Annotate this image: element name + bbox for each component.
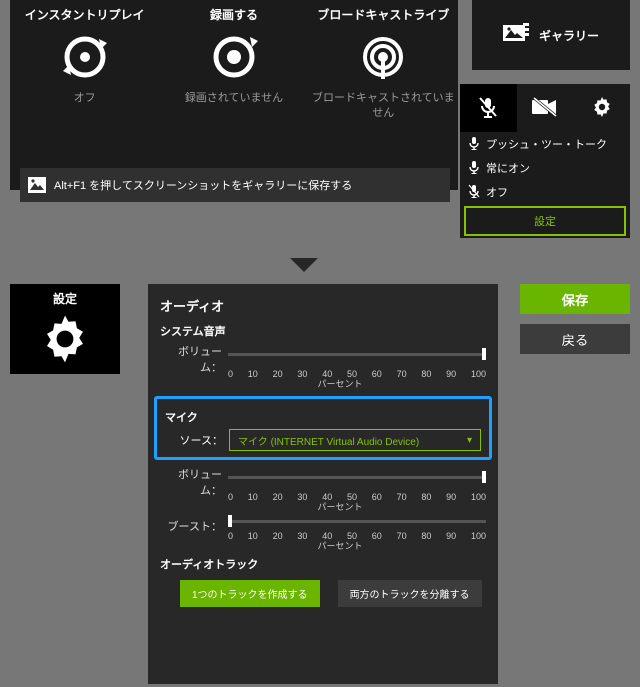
mic-icon <box>468 136 480 153</box>
arrow-down-icon <box>290 258 318 272</box>
mic-source-value: マイク (INTERNET Virtual Audio Device) <box>238 433 419 448</box>
instant-replay-title: インスタントリプレイ <box>25 6 145 23</box>
audio-settings-panel: オーディオ システム音声 ボリューム： 01020304050607080901… <box>148 284 498 684</box>
mic-icon <box>468 160 480 177</box>
tracks-header: オーディオトラック <box>160 556 486 572</box>
settings-tab[interactable] <box>573 84 630 132</box>
boost-label: ブースト： <box>160 518 228 534</box>
mic-option-label: オフ <box>486 184 508 200</box>
mic-volume-slider[interactable] <box>228 471 486 493</box>
gallery-icon <box>503 23 529 48</box>
broadcast-title: ブロードキャストライブ <box>317 6 449 23</box>
record-tile[interactable]: 録画する 録画されていません <box>159 4 308 122</box>
save-button[interactable]: 保存 <box>520 284 630 314</box>
settings-sidebar-tile[interactable]: 設定 <box>10 284 120 374</box>
mic-highlight-box: マイク ソース： マイク (INTERNET Virtual Audio Dev… <box>154 396 492 460</box>
mic-option-settings[interactable]: 設定 <box>464 206 626 236</box>
single-track-button[interactable]: 1つのトラックを作成する <box>180 580 320 607</box>
screenshot-hint-bar[interactable]: Alt+F1 を押してスクリーンショットをギャラリーに保存する <box>20 168 450 202</box>
mic-option-off[interactable]: オフ <box>460 180 630 204</box>
mic-option-always-on[interactable]: 常にオン <box>460 156 630 180</box>
record-icon <box>206 29 262 85</box>
system-audio-header: システム音声 <box>160 323 486 339</box>
mic-muted-icon <box>476 95 500 122</box>
gear-icon <box>590 95 614 122</box>
mic-option-label: 常にオン <box>486 160 530 176</box>
system-volume-slider[interactable] <box>228 348 486 370</box>
mic-header: マイク <box>165 409 481 425</box>
mic-tab[interactable] <box>460 84 517 132</box>
volume-label: ボリューム： <box>160 343 228 375</box>
percent-label: パーセント <box>160 539 486 552</box>
instant-replay-icon <box>57 29 113 85</box>
gallery-button[interactable]: ギャラリー <box>472 0 630 70</box>
gear-icon <box>37 311 93 367</box>
instant-replay-tile[interactable]: インスタントリプレイ オフ <box>10 4 159 122</box>
overlay-main-panel: インスタントリプレイ オフ 録画する 録画されていません ブロードキャストライブ <box>10 0 458 190</box>
broadcast-icon <box>355 29 411 85</box>
back-button[interactable]: 戻る <box>520 324 630 354</box>
chevron-down-icon: ▾ <box>467 435 472 446</box>
single-track-label: 1つのトラックを作成する <box>192 590 308 601</box>
split-tracks-label: 両方のトラックを分離する <box>350 590 470 601</box>
volume-label: ボリューム： <box>160 466 228 498</box>
settings-sidebar-label: 設定 <box>53 290 77 307</box>
picture-icon <box>28 177 46 193</box>
audio-header: オーディオ <box>160 296 486 315</box>
record-status: 録画されていません <box>185 91 283 106</box>
screenshot-hint-text: Alt+F1 を押してスクリーンショットをギャラリーに保存する <box>54 177 352 193</box>
mic-muted-icon <box>468 184 480 201</box>
broadcast-tile[interactable]: ブロードキャストライブ ブロードキャストされていません <box>309 4 458 122</box>
camera-tab[interactable] <box>517 84 574 132</box>
mic-option-label: プッシュ・ツー・トーク <box>486 136 607 152</box>
record-title: 録画する <box>210 6 258 23</box>
instant-replay-status: オフ <box>74 91 96 106</box>
save-button-label: 保存 <box>562 290 589 309</box>
gallery-label: ギャラリー <box>539 27 599 44</box>
source-label: ソース： <box>165 432 229 448</box>
split-tracks-button[interactable]: 両方のトラックを分離する <box>338 580 482 607</box>
back-button-label: 戻る <box>562 330 589 349</box>
mic-menu-panel: プッシュ・ツー・トーク 常にオン オフ 設定 <box>460 84 630 238</box>
camera-off-icon <box>532 97 558 120</box>
mic-source-select[interactable]: マイク (INTERNET Virtual Audio Device) ▾ <box>229 429 481 451</box>
percent-label: パーセント <box>160 500 486 513</box>
percent-label: パーセント <box>160 377 486 390</box>
boost-slider[interactable] <box>228 515 486 537</box>
mic-option-ptt[interactable]: プッシュ・ツー・トーク <box>460 132 630 156</box>
mic-option-label: 設定 <box>472 213 618 229</box>
broadcast-status: ブロードキャストされていません <box>309 91 458 122</box>
